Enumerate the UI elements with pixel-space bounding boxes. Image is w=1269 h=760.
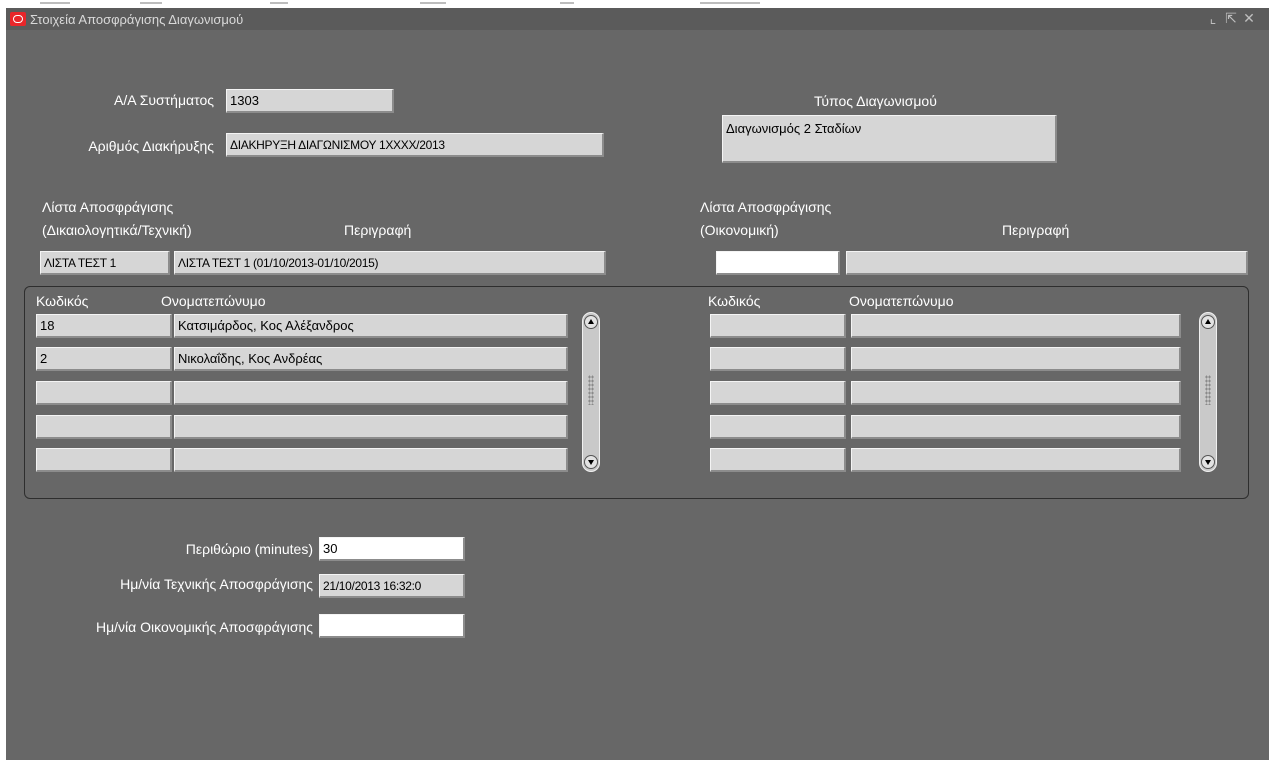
scroll-down-icon[interactable]	[584, 455, 598, 469]
scroll-up-icon[interactable]	[1201, 315, 1215, 329]
tech-open-date-label: Ημ/νία Τεχνικής Αποσφράγισης	[120, 576, 313, 592]
tech-code-header: Κωδικός	[36, 293, 89, 309]
tech-member-name[interactable]	[174, 415, 568, 439]
fin-member-name[interactable]	[851, 347, 1181, 371]
minimize-icon[interactable]: ⌞	[1205, 10, 1221, 27]
fin-member-name[interactable]	[851, 448, 1181, 472]
tech-list-code-field[interactable]: ΛΙΣΤΑ ΤΕΣΤ 1	[40, 251, 170, 275]
form-window: Στοιχεία Αποσφράγισης Διαγωνισμού ⌞ ⇱ ✕ …	[6, 8, 1269, 760]
scroll-down-icon[interactable]	[1201, 455, 1215, 469]
window-title: Στοιχεία Αποσφράγισης Διαγωνισμού	[30, 12, 244, 27]
scroll-grip-icon[interactable]	[588, 375, 594, 405]
desktop-strip	[0, 0, 1269, 8]
tech-members-scrollbar[interactable]	[582, 312, 600, 472]
tender-type-label: Τύπος Διαγωνισμού	[814, 93, 937, 109]
scroll-grip-icon[interactable]	[1205, 375, 1211, 405]
tech-member-code[interactable]	[36, 381, 172, 405]
tech-member-name[interactable]	[174, 448, 568, 472]
tech-member-name[interactable]: Νικολαΐδης, Κος Ανδρέας	[174, 347, 568, 371]
fin-member-code[interactable]	[710, 347, 846, 371]
fin-code-header: Κωδικός	[708, 293, 761, 309]
fin-member-code[interactable]	[710, 314, 846, 338]
tech-list-label-line1: Λίστα Αποσφράγισης	[42, 199, 174, 215]
fin-member-name[interactable]	[851, 314, 1181, 338]
tech-list-desc-label: Περιγραφή	[344, 222, 412, 238]
fin-open-date-label: Ημ/νία Οικονομικής Αποσφράγισης	[95, 619, 313, 635]
system-id-field[interactable]: 1303	[226, 89, 394, 113]
scroll-up-icon[interactable]	[584, 315, 598, 329]
tech-member-name[interactable]: Κατσιμάρδος, Κος Αλέξανδρος	[174, 314, 568, 338]
fin-member-name[interactable]	[851, 381, 1181, 405]
tech-list-description-field[interactable]: ΛΙΣΤΑ ΤΕΣΤ 1 (01/10/2013-01/10/2015)	[174, 251, 606, 275]
tech-list-label-line2: (Δικαιολογητικά/Τεχνική)	[42, 222, 192, 238]
tech-member-code[interactable]: 2	[36, 347, 172, 371]
tech-member-name[interactable]	[174, 381, 568, 405]
fin-open-date-field[interactable]	[319, 614, 465, 638]
fin-list-code-field[interactable]	[716, 251, 840, 275]
tech-member-code[interactable]: 18	[36, 314, 172, 338]
oracle-logo-icon	[10, 12, 26, 26]
fin-members-scrollbar[interactable]	[1199, 312, 1217, 472]
fin-member-code[interactable]	[710, 448, 846, 472]
fin-name-header: Ονοματεπώνυμο	[849, 293, 954, 309]
tech-open-date-field[interactable]: 21/10/2013 16:32:0	[319, 574, 465, 598]
tech-member-code[interactable]	[36, 415, 172, 439]
close-icon[interactable]: ✕	[1241, 10, 1257, 27]
tech-name-header: Ονοματεπώνυμο	[161, 293, 266, 309]
tender-type-field[interactable]: Διαγωνισμός 2 Σταδίων	[722, 115, 1057, 163]
fin-member-code[interactable]	[710, 381, 846, 405]
fin-list-description-field[interactable]	[846, 251, 1248, 275]
system-id-label: Α/Α Συστήματος	[114, 92, 214, 108]
margin-label: Περιθώριο (minutes)	[185, 541, 313, 557]
fin-member-name[interactable]	[851, 415, 1181, 439]
declaration-field[interactable]: ΔΙΑΚΗΡΥΞΗ ΔΙΑΓΩΝΙΣΜΟΥ 1ΧΧΧΧ/2013	[226, 133, 604, 157]
fin-list-desc-label: Περιγραφή	[1002, 222, 1070, 238]
tech-member-code[interactable]	[36, 448, 172, 472]
fin-list-label-line1: Λίστα Αποσφράγισης	[700, 199, 832, 215]
declaration-label: Αριθμός Διακήρυξης	[88, 138, 214, 154]
margin-field[interactable]: 30	[319, 537, 465, 561]
maximize-icon[interactable]: ⇱	[1223, 10, 1239, 27]
title-bar[interactable]: Στοιχεία Αποσφράγισης Διαγωνισμού ⌞ ⇱ ✕	[6, 8, 1269, 30]
fin-member-code[interactable]	[710, 415, 846, 439]
fin-list-label-line2: (Οικονομική)	[700, 222, 779, 238]
